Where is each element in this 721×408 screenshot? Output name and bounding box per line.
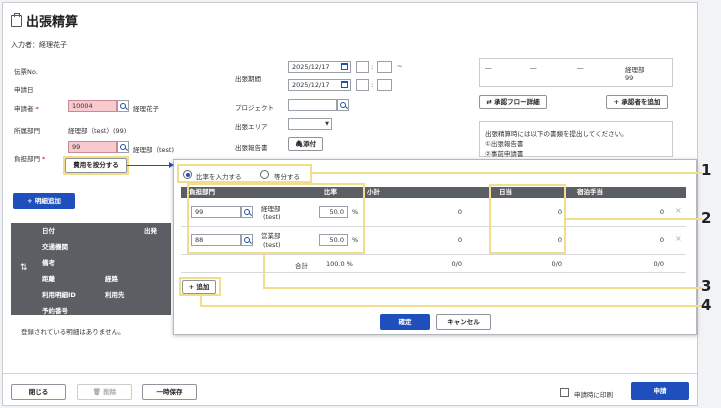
time-colon: : [371, 81, 374, 89]
burden-search-icon[interactable] [117, 141, 129, 153]
total-subtotal: 0/0 [451, 260, 462, 268]
arrow-line [127, 165, 171, 166]
notice-box: 出張精算時には以下の書類を提出してください。 ①出張報告書 ②事前申請書 [479, 121, 673, 158]
total-daily: 0/0 [551, 260, 562, 268]
calendar-icon[interactable] [341, 81, 348, 88]
sort-icon[interactable]: ⇅ [20, 263, 28, 273]
project-input[interactable] [288, 99, 337, 111]
row1-subtotal: 0 [457, 208, 462, 216]
delete-button[interactable]: 🗑 削除 [77, 384, 132, 400]
applicant-label: 申請者 * [14, 105, 39, 113]
start-minute-input[interactable] [377, 61, 392, 73]
highlight-allocate-button [63, 156, 129, 175]
row2-subtotal: 0 [457, 236, 462, 244]
add-approver-button[interactable]: + 承認者を追加 [606, 95, 668, 109]
approver-code: 99 [625, 74, 634, 82]
close-button[interactable]: 閉じる [11, 384, 66, 400]
page-title: 出張精算 [11, 11, 78, 30]
total-lodging: 0/0 [653, 260, 664, 268]
time-colon: : [371, 63, 374, 71]
submit-button[interactable]: 申請 [631, 382, 689, 400]
voucher-no-label: 伝票No. [14, 68, 38, 76]
dept-label: 所属部門 [14, 127, 40, 135]
temp-save-button[interactable]: 一時保存 [142, 384, 197, 400]
area-label: 出張エリア [235, 123, 268, 131]
total-label: 合計 [295, 262, 308, 270]
print-checkbox[interactable] [560, 388, 569, 397]
applicant-search-icon[interactable] [117, 100, 129, 112]
highlight-1 [177, 164, 312, 183]
highlight-3 [187, 183, 365, 254]
start-hour-input[interactable] [356, 61, 369, 73]
applicant-info: 入力者：経理花子 [11, 41, 67, 49]
burden-name: 経理部（test) [133, 146, 175, 154]
approval-route: ― ― ― 経理部 99 [479, 58, 673, 87]
calendar-icon[interactable] [341, 63, 348, 70]
dept-value: 経理部（test）(99) [68, 127, 127, 135]
main-window: 出張精算 入力者：経理花子 伝票No. 申請日 申請者 * 10004 経理花子 … [2, 2, 702, 406]
approver-dept: 経理部 [625, 66, 645, 74]
attach-button[interactable]: 🖇添付 [288, 137, 323, 151]
applicant-name: 経理花子 [133, 105, 159, 113]
end-minute-input[interactable] [377, 79, 392, 91]
project-search-icon[interactable] [337, 99, 349, 111]
confirm-button[interactable]: 確定 [380, 314, 430, 330]
row1-lodging: 0 [659, 208, 664, 216]
empty-detail-message: 登録されている明細はありません。 [21, 328, 125, 336]
burden-dept-label: 負担部門 * [14, 155, 46, 163]
total-ratio: 100.0 % [326, 260, 353, 268]
detail-table: ⇅ 日付 交通機関 備考 距離 利用明細ID 予約番号 出発 経路 利用先 [11, 223, 171, 315]
add-detail-button[interactable]: + 明細追加 [13, 193, 75, 209]
project-label: プロジェクト [235, 104, 274, 112]
arrow-head-icon [169, 162, 174, 168]
range-tilde: ~ [397, 62, 403, 70]
report-label: 出張報告書 [235, 144, 268, 152]
callout-2: 2 [701, 209, 712, 227]
area-select[interactable]: ▼ [288, 118, 332, 130]
highlight-2 [489, 184, 566, 254]
callout-4: 4 [701, 296, 712, 314]
print-label: 申請時に印刷 [574, 391, 613, 399]
period-label: 出張期間 [235, 75, 261, 83]
callout-1: 1 [701, 161, 712, 179]
clipboard-icon [11, 12, 22, 27]
applicant-code-input[interactable]: 10004 [68, 100, 117, 112]
row2-remove-icon[interactable]: × [675, 234, 682, 243]
footer-bar: 閉じる 🗑 削除 一時保存 申請時に印刷 申請 [3, 373, 697, 405]
cancel-button[interactable]: キャンセル [436, 314, 491, 330]
row1-remove-icon[interactable]: × [675, 206, 682, 215]
end-hour-input[interactable] [356, 79, 369, 91]
callout-3: 3 [701, 277, 712, 295]
apply-date-label: 申請日 [14, 86, 34, 94]
burden-code-input[interactable]: 99 [68, 141, 117, 153]
row2-lodging: 0 [659, 236, 664, 244]
approval-flow-button[interactable]: ⇄ 承認フロー詳細 [479, 95, 547, 109]
highlight-4 [179, 277, 221, 296]
